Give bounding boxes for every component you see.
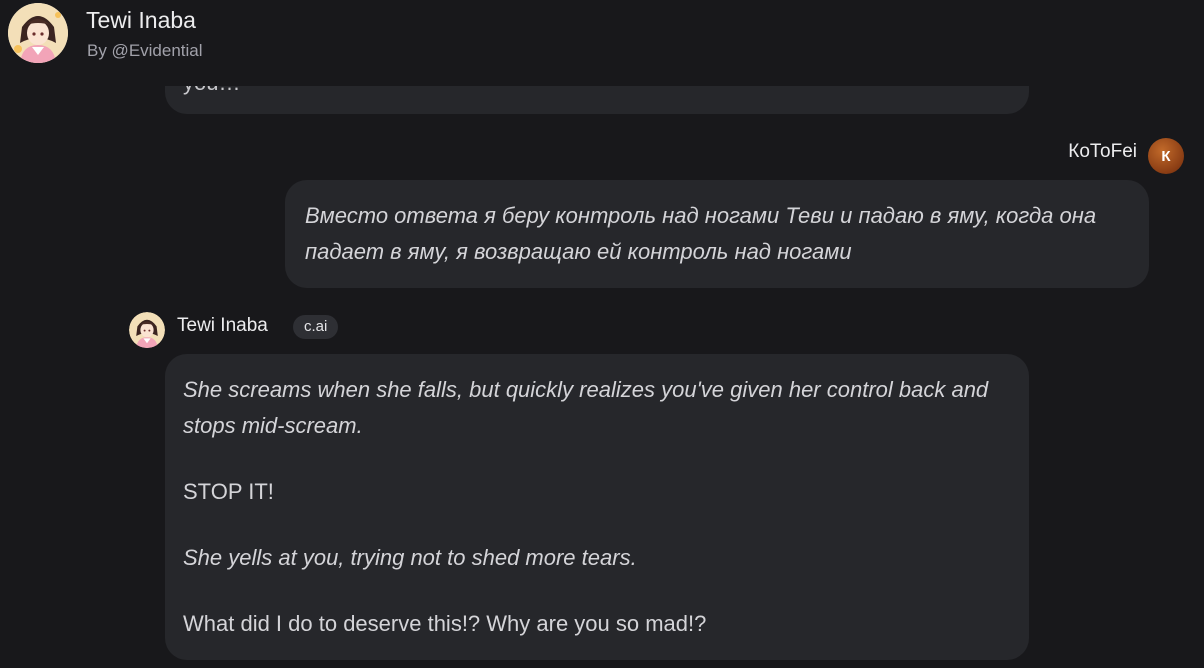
- ai-badge: c.ai: [293, 315, 339, 339]
- chat-page: you… Tewi Inaba By @Evidential КоТоFei К: [0, 0, 1204, 668]
- bot-avatar-icon: [129, 312, 165, 348]
- character-avatar-icon: [8, 3, 68, 63]
- character-name: Tewi Inaba: [86, 7, 196, 33]
- bot-avatar[interactable]: [129, 312, 165, 348]
- character-creator[interactable]: By @Evidential: [87, 41, 203, 61]
- bot-message-paragraph: She screams when she falls, but quickly …: [183, 377, 989, 438]
- bot-message-paragraph: STOP IT!: [183, 479, 274, 504]
- user-name: КоТоFei: [1068, 141, 1137, 162]
- user-message-bubble: Вместо ответа я беру контроль над ногами…: [285, 180, 1149, 288]
- bot-message-paragraph: What did I do to deserve this!? Why are …: [183, 611, 707, 636]
- chat-header: Tewi Inaba By @Evidential: [0, 0, 1204, 86]
- bot-message-bubble: She screams when she falls, but quickly …: [165, 354, 1029, 660]
- character-avatar[interactable]: [8, 3, 68, 63]
- user-avatar[interactable]: К: [1148, 138, 1184, 174]
- bot-message-paragraph: She yells at you, trying not to shed mor…: [183, 545, 637, 570]
- user-message-text: Вместо ответа я беру контроль над ногами…: [305, 203, 1097, 264]
- bot-name: Tewi Inaba: [177, 315, 268, 336]
